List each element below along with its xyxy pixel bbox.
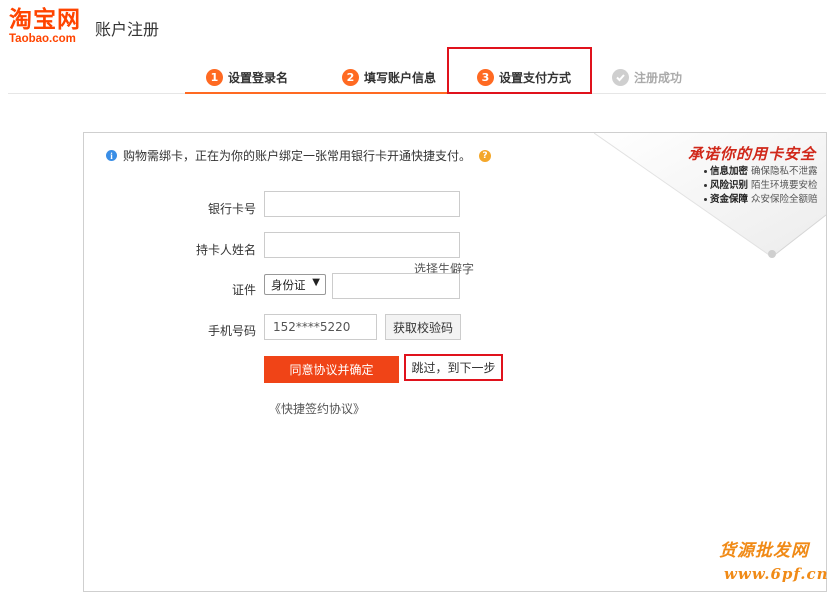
holder-name-input[interactable] xyxy=(264,232,460,258)
security-feature: 资金保障 众安保险全额赔 xyxy=(704,193,818,207)
security-feature-desc: 确保隐私不泄露 xyxy=(751,166,818,177)
help-icon[interactable]: ? xyxy=(479,149,492,162)
id-type-selected: 身份证 xyxy=(271,277,306,292)
page-title: 账户注册 xyxy=(95,20,160,39)
bullet-icon xyxy=(704,184,707,187)
current-step-highlight-box xyxy=(447,47,592,94)
card-number-label: 银行卡号 xyxy=(207,202,256,216)
agree-and-confirm-button[interactable]: 同意协议并确定 xyxy=(264,356,399,383)
security-feature-key: 资金保障 xyxy=(710,194,749,205)
bind-card-panel: 承诺你的用卡安全 信息加密 确保隐私不泄露 风险识别 陌生环境要安检 资金保障 众安保… xyxy=(83,132,827,592)
dropdown-arrow-icon: ▼ xyxy=(312,277,320,288)
id-label: 证件 xyxy=(231,283,256,297)
watermark-url: www.6pf.cn xyxy=(724,565,829,583)
step-4-label: 注册成功 xyxy=(634,70,683,85)
holder-name-label: 持卡人姓名 xyxy=(195,243,256,257)
get-code-button[interactable]: 获取校验码 xyxy=(385,314,461,340)
bind-card-notice: i 购物需绑卡，正在为你的账户绑定一张常用银行卡开通快捷支付。 ? xyxy=(106,147,492,164)
taobao-logo[interactable]: 淘宝网 Taobao.com xyxy=(9,7,81,46)
info-icon: i xyxy=(106,150,117,161)
quick-pay-agreement-link[interactable]: 《快捷签约协议》 xyxy=(269,400,365,417)
step-2-label: 填写账户信息 xyxy=(364,70,437,85)
phone-input[interactable]: 152****5220 xyxy=(264,314,377,340)
step-set-login-name: 1 设置登录名 xyxy=(206,67,288,87)
step-1-number-icon: 1 xyxy=(206,68,223,86)
watermark-text: 货源批发网 xyxy=(719,541,809,561)
step-registration-success: 注册成功 xyxy=(612,67,682,87)
bullet-icon xyxy=(704,198,707,201)
logo-cn-text: 淘宝网 xyxy=(9,7,81,33)
security-promise-title: 承诺你的用卡安全 xyxy=(687,145,816,163)
step-1-label: 设置登录名 xyxy=(228,70,289,85)
step-fill-account-info: 2 填写账户信息 xyxy=(342,67,436,87)
logo-en-text: Taobao.com xyxy=(9,33,76,45)
security-feature-key: 风险识别 xyxy=(710,180,749,191)
checkmark-icon xyxy=(612,68,629,86)
security-feature-key: 信息加密 xyxy=(710,166,749,177)
card-number-input[interactable] xyxy=(264,191,460,217)
security-feature-desc: 陌生环境要安检 xyxy=(751,180,818,191)
bind-card-notice-text: 购物需绑卡，正在为你的账户绑定一张常用银行卡开通快捷支付。 xyxy=(123,149,472,163)
step-2-number-icon: 2 xyxy=(342,68,359,86)
security-feature-desc: 众安保险全额赔 xyxy=(751,194,818,205)
id-type-select[interactable]: 身份证 ▼ xyxy=(264,274,326,295)
phone-label: 手机号码 xyxy=(207,324,256,338)
security-feature: 信息加密 确保隐私不泄露 xyxy=(704,165,818,179)
security-feature-list: 信息加密 确保隐私不泄露 风险识别 陌生环境要安检 资金保障 众安保险全额赔 xyxy=(704,165,818,207)
skip-to-next-step-link[interactable]: 跳过，到下一步 xyxy=(404,354,503,381)
id-number-input[interactable] xyxy=(332,273,460,299)
security-feature: 风险识别 陌生环境要安检 xyxy=(704,179,818,193)
bullet-icon xyxy=(704,170,707,173)
